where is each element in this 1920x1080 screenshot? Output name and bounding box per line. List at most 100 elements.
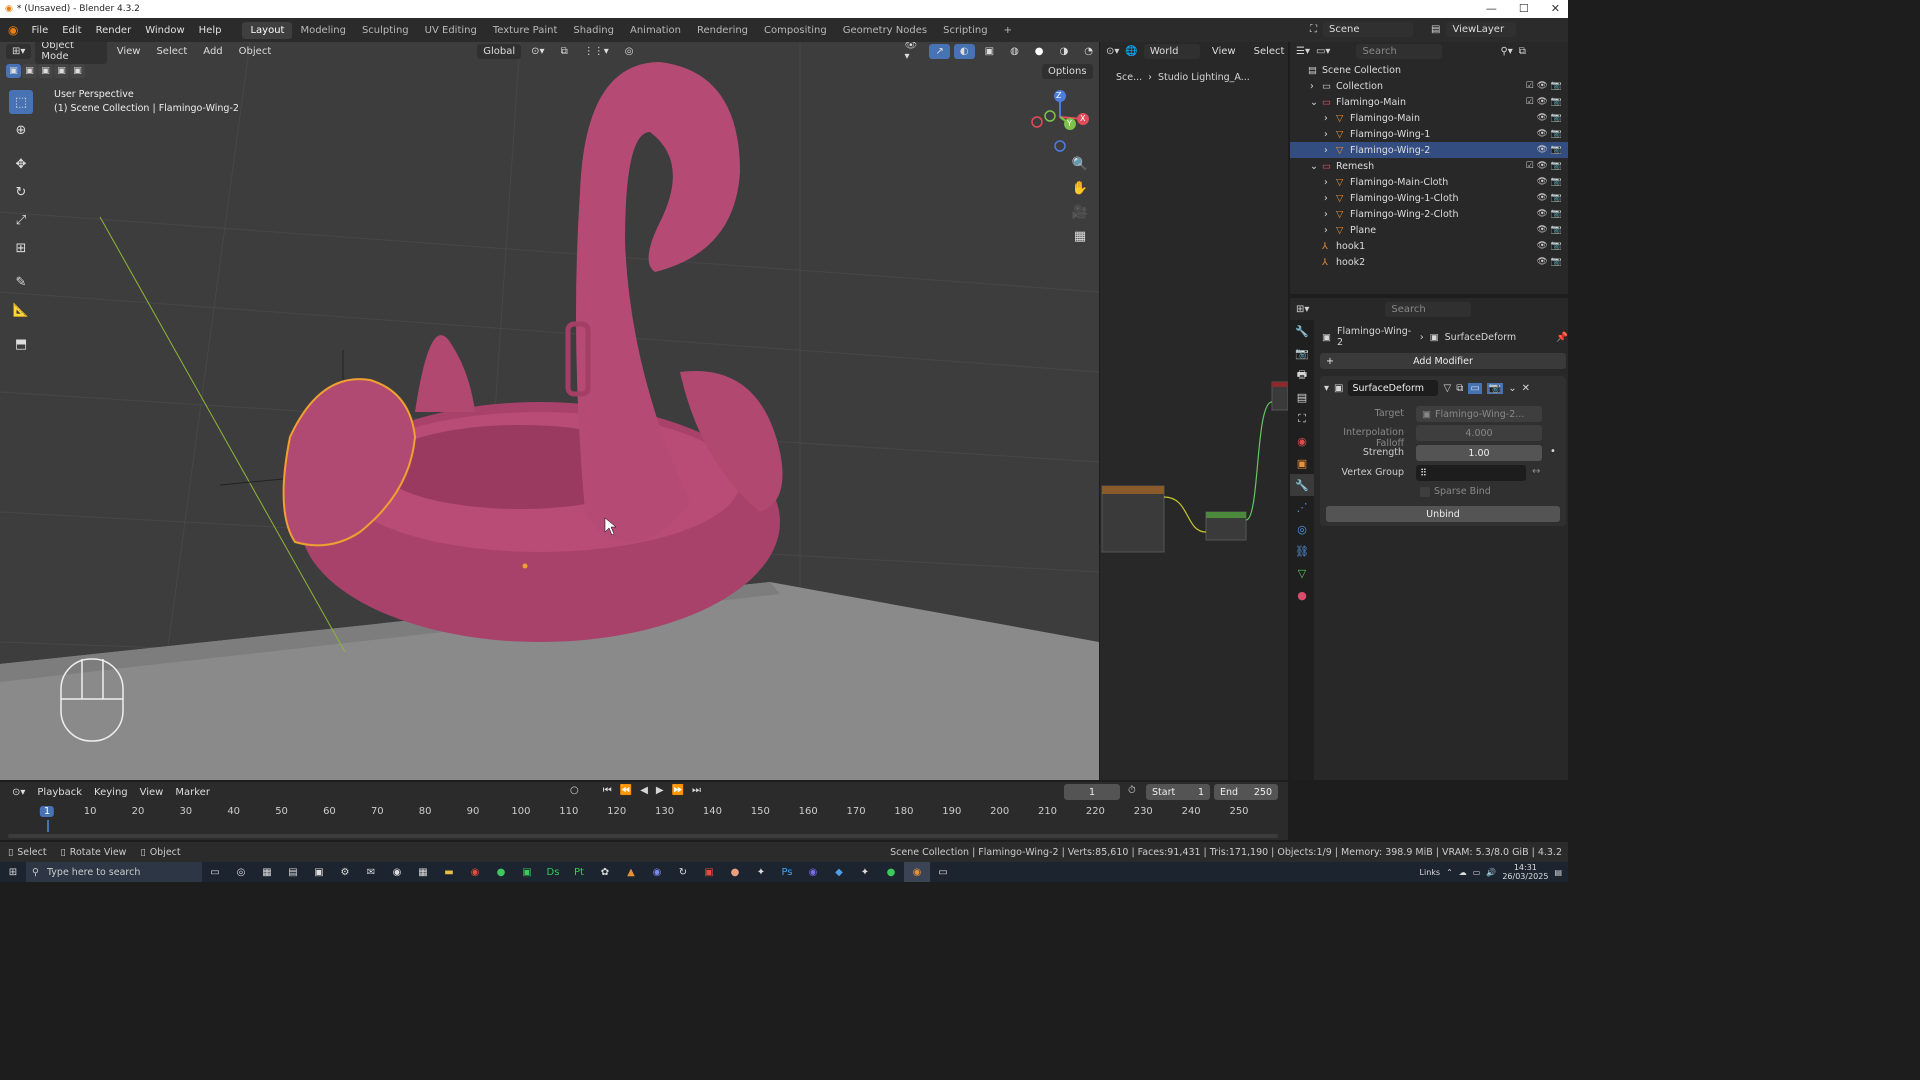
- visibility-toggles[interactable]: 👁 📷: [1537, 241, 1563, 251]
- outliner-row[interactable]: › ▽ Flamingo-Wing-1-Cloth 👁 📷: [1290, 190, 1568, 206]
- select-invert-icon[interactable]: ▣: [54, 64, 69, 78]
- select-extend-icon[interactable]: ▣: [22, 64, 37, 78]
- shading-wireframe-icon[interactable]: ◍: [1004, 44, 1025, 59]
- chevron-right-icon[interactable]: ›: [1324, 209, 1328, 220]
- app-browser-icon[interactable]: ◉: [384, 862, 410, 882]
- outliner-row[interactable]: ⌄ ▭ Remesh ☑ 👁 📷: [1290, 158, 1568, 174]
- select-new-icon[interactable]: ▣: [6, 64, 21, 78]
- outliner-row[interactable]: ⌄ ▭ Flamingo-Main ☑ 👁 📷: [1290, 94, 1568, 110]
- sparse-bind-checkbox[interactable]: [1420, 487, 1430, 497]
- cage-toggle-icon[interactable]: ⧉: [1456, 383, 1463, 394]
- modifier-menu-icon[interactable]: ⌄: [1508, 383, 1516, 394]
- rotate-tool-icon[interactable]: ↻: [9, 180, 33, 204]
- menu-file[interactable]: File: [24, 25, 55, 36]
- invert-arrow-icon[interactable]: ↔: [1532, 466, 1540, 477]
- shading-rendered-icon[interactable]: ◔: [1078, 44, 1099, 59]
- snap-icon[interactable]: ⧉: [555, 44, 574, 59]
- visibility-toggles[interactable]: 👁 📷: [1537, 257, 1563, 267]
- object-mode-selector[interactable]: Object Mode: [35, 42, 107, 64]
- app-blender-icon[interactable]: ◉: [904, 862, 930, 882]
- app-settings-icon[interactable]: ⚙: [332, 862, 358, 882]
- strength-field[interactable]: 1.00: [1416, 445, 1542, 461]
- pivot-point-icon[interactable]: ⊙▾: [525, 44, 550, 59]
- menu-window[interactable]: Window: [138, 25, 191, 36]
- tab-rendering[interactable]: Rendering: [689, 22, 756, 39]
- view-layer-selector[interactable]: ViewLayer: [1446, 22, 1517, 37]
- visibility-toggles[interactable]: 👁 📷: [1537, 193, 1563, 203]
- environment-texture-node[interactable]: [1101, 485, 1165, 553]
- outliner-row[interactable]: › ▽ Flamingo-Main 👁 📷: [1290, 110, 1568, 126]
- unbind-button[interactable]: Unbind: [1326, 506, 1560, 522]
- visibility-toggles[interactable]: 👁 📷: [1537, 145, 1563, 155]
- properties-search-input[interactable]: Search: [1385, 302, 1472, 317]
- visibility-toggles[interactable]: 👁 📷: [1537, 113, 1563, 123]
- add-cube-tool-icon[interactable]: ⬒: [9, 332, 33, 356]
- viewport-menu-add[interactable]: Add: [197, 44, 228, 59]
- app-calculator-icon[interactable]: ▦: [410, 862, 436, 882]
- shading-solid-icon[interactable]: ●: [1029, 44, 1050, 59]
- taskbar-search[interactable]: ⚲ Type here to search: [26, 862, 202, 882]
- tab-material-icon[interactable]: ●: [1290, 584, 1314, 606]
- collapse-chevron-icon[interactable]: ▾: [1324, 383, 1329, 394]
- new-collection-icon[interactable]: ⧉: [1519, 46, 1526, 57]
- tab-constraints-icon[interactable]: ⛓: [1290, 540, 1314, 562]
- tab-scripting[interactable]: Scripting: [935, 22, 995, 39]
- outliner-editor-icon[interactable]: ☰▾: [1296, 46, 1310, 57]
- tab-particles-icon[interactable]: ⋰: [1290, 496, 1314, 518]
- chevron-right-icon[interactable]: ›: [1324, 129, 1328, 140]
- app-red-icon[interactable]: ▣: [696, 862, 722, 882]
- outliner-row[interactable]: ⅄ hook2 👁 📷: [1290, 254, 1568, 270]
- gizmo-toggle-icon[interactable]: ↗: [929, 43, 950, 59]
- tab-scene-icon[interactable]: ⛶: [1290, 408, 1314, 430]
- tab-layout[interactable]: Layout: [242, 21, 293, 39]
- cursor-tool-icon[interactable]: ⊕: [9, 118, 33, 142]
- zoom-icon[interactable]: 🔍: [1070, 154, 1090, 174]
- pan-hand-icon[interactable]: ✋: [1070, 178, 1090, 198]
- editor-type-selector[interactable]: ⊞▾: [6, 43, 32, 59]
- playhead[interactable]: 1: [39, 806, 55, 817]
- outliner-row[interactable]: › ▽ Plane 👁 📷: [1290, 222, 1568, 238]
- visibility-toggles[interactable]: 👁 📷: [1537, 209, 1563, 219]
- outliner-row[interactable]: › ▽ Flamingo-Main-Cloth 👁 📷: [1290, 174, 1568, 190]
- visibility-icon[interactable]: 👁▾: [898, 42, 925, 64]
- blender-menu-icon[interactable]: ◉: [0, 23, 24, 37]
- chevron-right-icon[interactable]: ›: [1324, 225, 1328, 236]
- visibility-toggles[interactable]: 👁 📷: [1537, 177, 1563, 187]
- app-green-icon[interactable]: ▣: [514, 862, 540, 882]
- volume-icon[interactable]: 🔊: [1486, 868, 1496, 877]
- outliner-row[interactable]: ⅄ hook1 👁 📷: [1290, 238, 1568, 254]
- viewport-toggle-icon[interactable]: ▭: [1468, 382, 1482, 394]
- select-box-tool-icon[interactable]: ⬚: [9, 90, 33, 114]
- ortho-grid-icon[interactable]: ▦: [1070, 226, 1090, 246]
- app-circle-icon[interactable]: ●: [722, 862, 748, 882]
- menu-edit[interactable]: Edit: [55, 25, 88, 36]
- outliner-row[interactable]: › ▽ Flamingo-Wing-1 👁 📷: [1290, 126, 1568, 142]
- app-photo-icon[interactable]: ✦: [748, 862, 774, 882]
- app-sync-icon[interactable]: ↻: [670, 862, 696, 882]
- chevron-right-icon[interactable]: ›: [1324, 193, 1328, 204]
- tab-uv-editing[interactable]: UV Editing: [417, 22, 485, 39]
- properties-editor-icon[interactable]: ⊞▾: [1296, 304, 1309, 315]
- add-workspace-icon[interactable]: +: [996, 22, 1020, 39]
- tab-physics-icon[interactable]: ◎: [1290, 518, 1314, 540]
- visibility-toggles[interactable]: 👁 📷: [1537, 129, 1563, 139]
- chevron-right-icon[interactable]: ›: [1310, 81, 1314, 92]
- app-spotify-icon[interactable]: ●: [488, 862, 514, 882]
- outliner-row[interactable]: › ▽ Flamingo-Wing-2-Cloth 👁 📷: [1290, 206, 1568, 222]
- overlay-toggle-icon[interactable]: ◐: [953, 43, 975, 59]
- viewport-menu-select[interactable]: Select: [150, 44, 193, 59]
- app-store-icon[interactable]: ▣: [306, 862, 332, 882]
- outliner-row[interactable]: ▤ Scene Collection: [1290, 62, 1568, 78]
- xray-toggle-icon[interactable]: ▣: [979, 44, 1000, 59]
- visibility-toggles[interactable]: ☑ 👁 📷: [1526, 97, 1562, 107]
- outliner-search-input[interactable]: Search: [1356, 44, 1443, 59]
- modifier-name-field[interactable]: SurfaceDeform: [1348, 380, 1439, 396]
- display-mode-icon[interactable]: ▭▾: [1316, 46, 1330, 57]
- app-office-icon[interactable]: ▤: [280, 862, 306, 882]
- tab-geometry-nodes[interactable]: Geometry Nodes: [835, 22, 935, 39]
- outliner-row[interactable]: › ▭ Collection ☑ 👁 📷: [1290, 78, 1568, 94]
- chevron-down-icon[interactable]: ⌄: [1310, 97, 1318, 108]
- clock[interactable]: 14:31 26/03/2025: [1502, 863, 1548, 881]
- tab-modifiers-icon[interactable]: 🔧: [1290, 474, 1314, 496]
- app-openai-icon[interactable]: ✿: [592, 862, 618, 882]
